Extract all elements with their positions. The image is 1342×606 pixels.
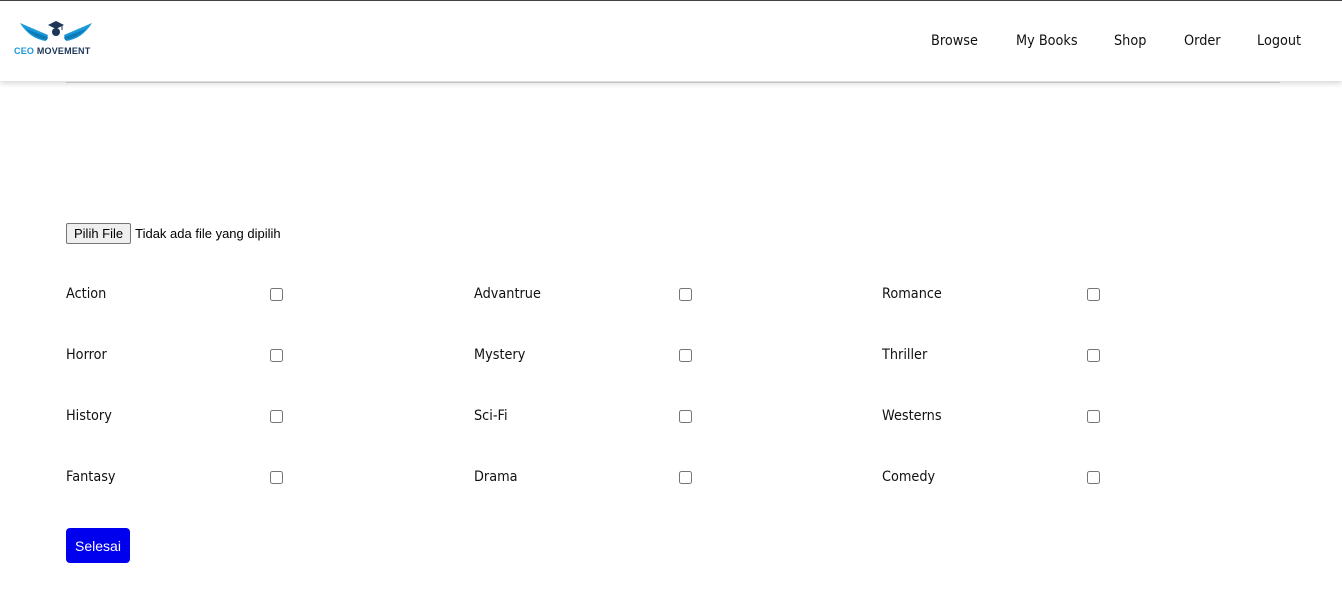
genre-label-sci-fi: Sci-Fi — [474, 408, 508, 424]
genre-label-action: Action — [66, 286, 107, 302]
genre-label-romance: Romance — [882, 286, 942, 302]
genre-checkbox-sci-fi[interactable] — [679, 410, 692, 423]
navbar: CEO MOVEMENT Browse My Books Shop Order Logo… — [0, 1, 1342, 81]
file-status-text: Tidak ada file yang dipilih — [135, 226, 281, 241]
genre-checkbox-action[interactable] — [270, 288, 283, 301]
genre-label-westerns: Westerns — [882, 408, 942, 424]
file-upload: Pilih File Tidak ada file yang dipilih — [66, 223, 281, 244]
brand-name-secondary: MOVEMENT — [36, 46, 91, 56]
genre-checkbox-history[interactable] — [270, 410, 283, 423]
genre-checkbox-advantrue[interactable] — [679, 288, 692, 301]
header-divider — [66, 82, 1280, 83]
genre-checkbox-romance[interactable] — [1087, 288, 1100, 301]
brand-logo[interactable]: CEO MOVEMENT — [12, 19, 102, 59]
brand-name-primary: CEO — [14, 46, 35, 56]
genre-checkbox-fantasy[interactable] — [270, 471, 283, 484]
genre-checkbox-comedy[interactable] — [1087, 471, 1100, 484]
genre-checkbox-drama[interactable] — [679, 471, 692, 484]
genre-checkbox-mystery[interactable] — [679, 349, 692, 362]
brand-name: CEO MOVEMENT — [14, 46, 90, 56]
nav-link-shop[interactable]: Shop — [1114, 33, 1146, 49]
nav-link-logout[interactable]: Logout — [1257, 33, 1301, 49]
genre-label-mystery: Mystery — [474, 347, 526, 363]
genre-label-advantrue: Advantrue — [474, 286, 541, 302]
genre-label-history: History — [66, 408, 112, 424]
genre-label-comedy: Comedy — [882, 469, 936, 485]
choose-file-button[interactable]: Pilih File — [66, 223, 132, 244]
genre-label-horror: Horror — [66, 347, 107, 363]
genre-checkbox-thriller[interactable] — [1087, 349, 1100, 362]
submit-button[interactable]: Selesai — [66, 528, 130, 563]
genre-label-fantasy: Fantasy — [66, 469, 116, 485]
nav-link-order[interactable]: Order — [1184, 33, 1221, 49]
nav-link-my-books[interactable]: My Books — [1016, 33, 1078, 49]
genre-label-drama: Drama — [474, 469, 518, 485]
genre-checkbox-westerns[interactable] — [1087, 410, 1100, 423]
genre-checkbox-horror[interactable] — [270, 349, 283, 362]
nav-link-browse[interactable]: Browse — [931, 33, 978, 49]
graduation-cap-wings-icon — [20, 21, 92, 41]
genre-label-thriller: Thriller — [882, 347, 928, 363]
